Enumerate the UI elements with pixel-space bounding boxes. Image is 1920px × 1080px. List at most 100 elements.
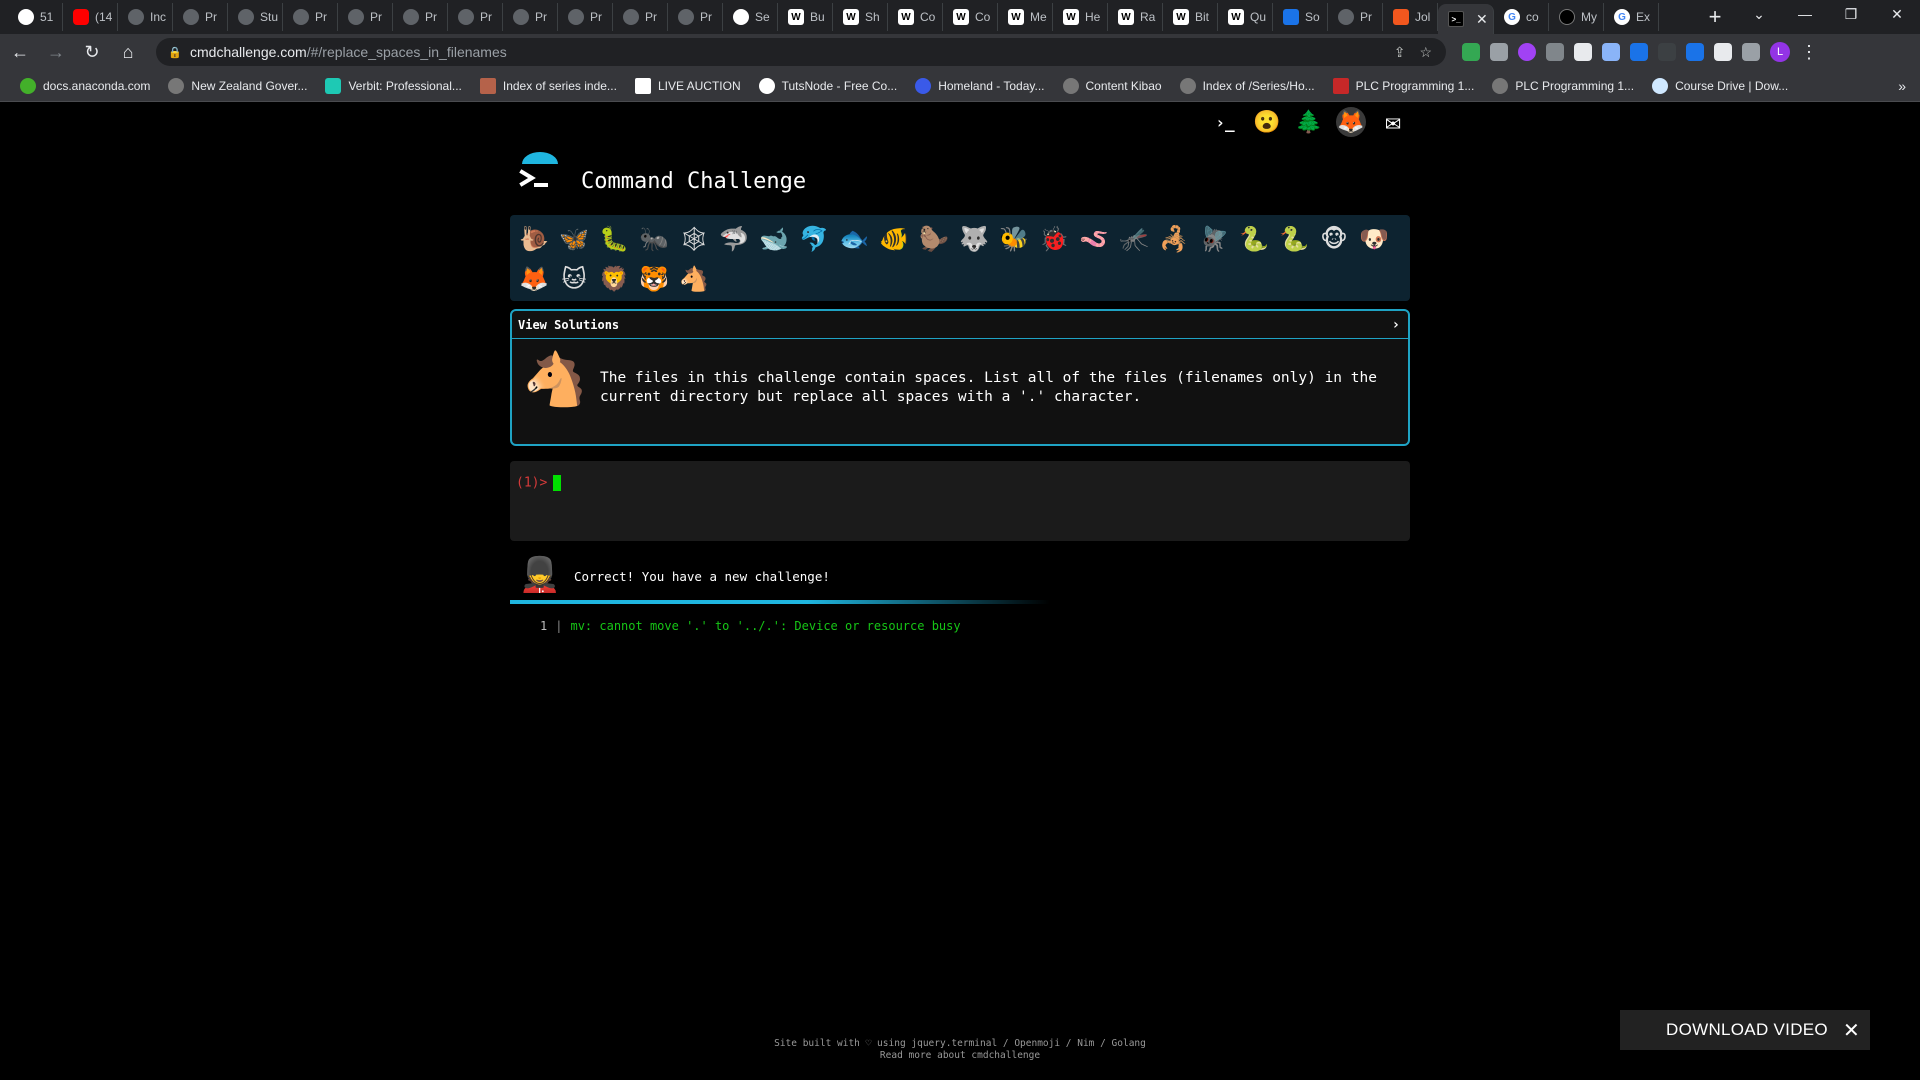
tab[interactable]: My (1549, 3, 1604, 31)
monkey-icon[interactable]: 🐵 (1314, 219, 1354, 259)
minimize-button[interactable]: — (1782, 0, 1828, 28)
bookmark-item[interactable]: PLC Programming 1... (1325, 77, 1483, 94)
extension-icon[interactable] (1630, 43, 1648, 61)
dolphin-icon[interactable]: 🐬 (794, 219, 834, 259)
bookmark-star-icon[interactable]: ☆ (1419, 44, 1432, 61)
back-button[interactable]: ← (4, 36, 36, 68)
tab[interactable]: W Bu (778, 3, 833, 31)
ladybug-icon[interactable]: 🐞 (1034, 219, 1074, 259)
tab[interactable]: W Co (943, 3, 998, 31)
puzzle-extensions-icon[interactable] (1714, 43, 1732, 61)
tab[interactable]: 51 (8, 3, 63, 31)
snail-icon[interactable]: 🐌 (514, 219, 554, 259)
bookmark-item[interactable]: Course Drive | Dow... (1644, 77, 1796, 94)
extension-icon[interactable] (1462, 43, 1480, 61)
view-solutions-toggle[interactable]: View Solutions › (512, 311, 1408, 339)
extension-icon[interactable] (1602, 43, 1620, 61)
tab[interactable]: W Qu (1218, 3, 1273, 31)
tab[interactable]: Gco (1494, 3, 1549, 31)
tiger-icon[interactable]: 🐯 (634, 259, 674, 299)
tab[interactable]: W Co (888, 3, 943, 31)
emoji-face-icon[interactable]: 😮 (1252, 107, 1282, 137)
close-tab-icon[interactable]: ✕ (1476, 11, 1488, 28)
tab[interactable]: Se (723, 3, 778, 31)
bookmark-item[interactable]: Homeland - Today... (907, 77, 1052, 94)
bookmarks-more-button[interactable]: » (1898, 78, 1906, 94)
bookmark-item[interactable]: New Zealand Gover... (160, 77, 315, 94)
tab[interactable]: G Ex (1604, 3, 1659, 31)
fly-icon[interactable]: 🪰 (1194, 219, 1234, 259)
bookmark-item[interactable]: TutsNode - Free Co... (751, 77, 906, 94)
menu-kebab-icon[interactable]: ⋮ (1800, 42, 1818, 63)
butterfly-icon[interactable]: 🦋 (554, 219, 594, 259)
tab[interactable]: Pr (448, 3, 503, 31)
cat-icon[interactable]: 🐱 (554, 259, 594, 299)
ant-icon[interactable]: 🐜 (634, 219, 674, 259)
bookmark-item[interactable]: docs.anaconda.com (12, 77, 158, 94)
tree-icon[interactable]: 🌲 (1294, 107, 1324, 137)
tropical-fish-icon[interactable]: 🐠 (874, 219, 914, 259)
horse-icon[interactable]: 🐴 (674, 259, 714, 299)
beaver-icon[interactable]: 🦫 (914, 219, 954, 259)
tab-active[interactable]: >_ ✕ (1438, 4, 1494, 34)
bookmark-item[interactable]: PLC Programming 1... (1484, 77, 1642, 94)
tab[interactable]: W Ra (1108, 3, 1163, 31)
tab[interactable]: Jol (1383, 3, 1438, 31)
mail-icon[interactable]: ✉ (1378, 107, 1408, 137)
shark-icon[interactable]: 🦈 (714, 219, 754, 259)
whale-icon[interactable]: 🐋 (754, 219, 794, 259)
tab[interactable]: W Me (998, 3, 1053, 31)
tab[interactable]: Pr (173, 3, 228, 31)
fox-icon[interactable]: 🦊 (514, 259, 554, 299)
address-bar[interactable]: 🔒 cmdchallenge.com/#/replace_spaces_in_f… (156, 38, 1446, 66)
scorpion-icon[interactable]: 🦂 (1154, 219, 1194, 259)
tab[interactable]: Pr (393, 3, 448, 31)
tab[interactable]: (14 (63, 3, 118, 31)
fish-icon[interactable]: 🐟 (834, 219, 874, 259)
tab[interactable]: Inc (118, 3, 173, 31)
extension-icon[interactable] (1546, 43, 1564, 61)
footer-about-link[interactable]: Read more about cmdchallenge (0, 1050, 1920, 1062)
tab[interactable]: W He (1053, 3, 1108, 31)
extension-icon[interactable] (1658, 43, 1676, 61)
tab[interactable]: Pr (668, 3, 723, 31)
download-video-banner[interactable]: DOWNLOAD VIDEO ✕ (1620, 1010, 1870, 1050)
reload-button[interactable]: ↻ (76, 36, 108, 68)
new-tab-button[interactable]: + (1700, 4, 1730, 30)
tab[interactable]: Pr (338, 3, 393, 31)
save-extension-icon[interactable] (1686, 43, 1704, 61)
tab[interactable]: Stu (228, 3, 283, 31)
profile-avatar[interactable]: L (1770, 42, 1790, 62)
caterpillar-icon[interactable]: 🐛 (594, 219, 634, 259)
snake-icon[interactable]: 🐍 (1234, 219, 1274, 259)
terminal-icon[interactable]: ›_ (1210, 107, 1240, 137)
home-button[interactable]: ⌂ (112, 36, 144, 68)
tab[interactable]: Pr (503, 3, 558, 31)
mosquito-icon[interactable]: 🦟 (1114, 219, 1154, 259)
extension-icon[interactable] (1490, 43, 1508, 61)
terminal-input[interactable]: (1)> (510, 461, 1410, 541)
bookmark-item[interactable]: Index of /Series/Ho... (1172, 77, 1323, 94)
tab-search-icon[interactable]: ⌄ (1736, 0, 1782, 28)
tab[interactable]: Pr (613, 3, 668, 31)
web-icon[interactable]: 🕸 (674, 219, 714, 259)
side-panel-icon[interactable] (1742, 43, 1760, 61)
worm-icon[interactable]: 🪱 (1074, 219, 1114, 259)
restore-button[interactable]: ❐ (1828, 0, 1874, 28)
lion-icon[interactable]: 🦁 (594, 259, 634, 299)
bookmark-item[interactable]: Content Kibao (1055, 77, 1170, 94)
gitlab-icon[interactable]: 🦊 (1336, 107, 1366, 137)
bee-icon[interactable]: 🐝 (994, 219, 1034, 259)
share-icon[interactable]: ⇪ (1394, 44, 1406, 61)
eel-icon[interactable]: 🐍 (1274, 219, 1314, 259)
extension-icon[interactable] (1518, 43, 1536, 61)
tab[interactable]: W Sh (833, 3, 888, 31)
bookmark-item[interactable]: Verbit: Professional... (317, 77, 469, 94)
bookmark-item[interactable]: Index of series inde... (472, 77, 625, 94)
forward-button[interactable]: → (40, 36, 72, 68)
close-icon[interactable]: ✕ (1843, 1018, 1860, 1043)
wolf-icon[interactable]: 🐺 (954, 219, 994, 259)
tab[interactable]: Pr (283, 3, 338, 31)
close-window-button[interactable]: ✕ (1874, 0, 1920, 28)
tab[interactable]: W Bit (1163, 3, 1218, 31)
